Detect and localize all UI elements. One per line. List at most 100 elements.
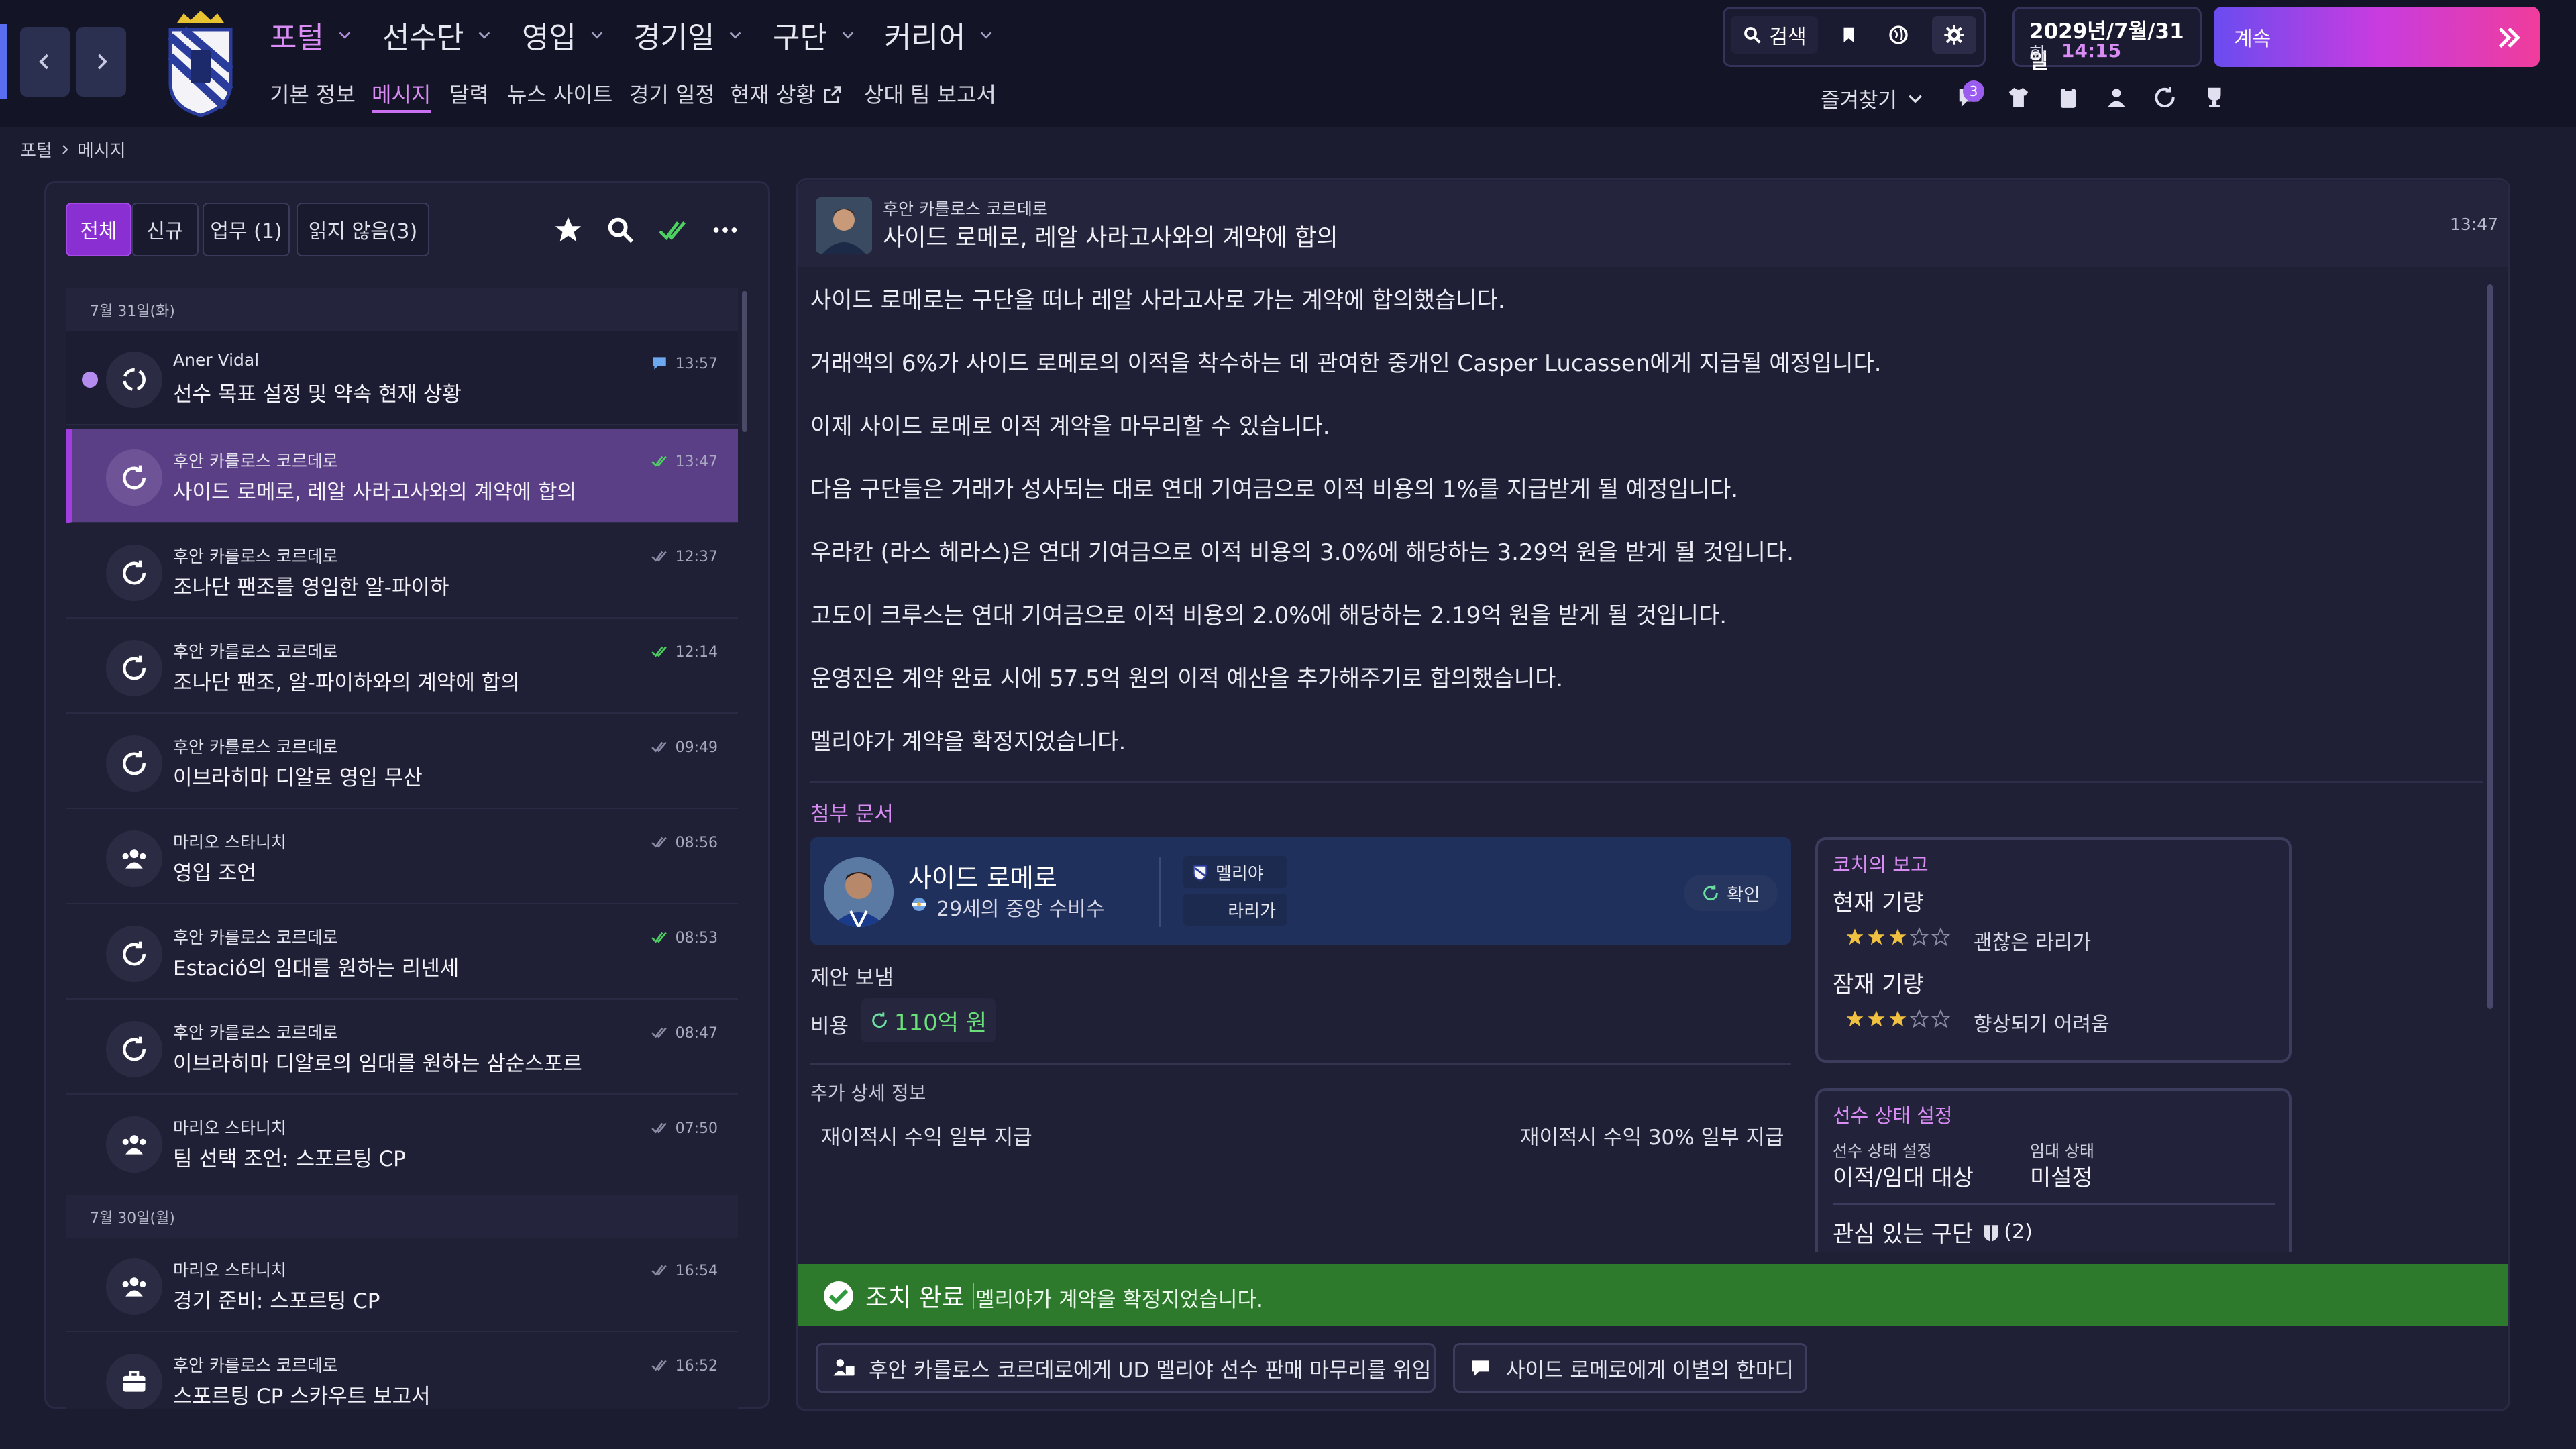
list-item[interactable]: 후안 카를로스 코르데로 Estació의 임대를 원하는 리넨세 08:53 — [66, 906, 738, 1000]
body-paragraph: 우라칸 (라스 헤라스)은 연대 기여금으로 이적 비용의 3.0%에 해당하는… — [810, 539, 1794, 566]
menu-club-label: 구단 — [773, 21, 827, 55]
message-time: 13:47 — [675, 453, 718, 470]
body-paragraph: 이제 사이드 로메로 이적 계약을 마무리할 수 있습니다. — [810, 413, 1330, 440]
date-display[interactable]: 2029년/7월/31일 화 14:15 — [2012, 7, 2202, 74]
list-item[interactable]: 후안 카를로스 코르데로 이브라히마 디알로의 임대를 원하는 삼순스포르 08… — [66, 1001, 738, 1095]
active-submenu-underline — [372, 110, 431, 113]
mark-read-icon[interactable] — [657, 215, 688, 246]
message-subject: 선수 목표 설정 및 약속 현재 상황 — [173, 382, 462, 407]
star-empty-icon — [1931, 1009, 1951, 1028]
message-time: 16:54 — [675, 1263, 718, 1279]
menu-transfers[interactable]: 영입 — [522, 13, 604, 56]
list-item[interactable]: 후안 카를로스 코르데로 조나단 팬조, 알-파이하와의 계약에 합의 12:1… — [66, 620, 738, 714]
menu-portal-label: 포털 — [270, 21, 324, 55]
menu-transfers-label: 영입 — [522, 21, 576, 55]
tab-tasks[interactable]: 업무 (1) — [203, 203, 290, 256]
menu-portal[interactable]: 포털 — [270, 13, 352, 56]
detail-scrollbar[interactable] — [2487, 284, 2493, 1009]
globe-icon — [1889, 25, 1908, 44]
submenu-messages[interactable]: 메시지 — [372, 78, 431, 109]
scout-icon[interactable] — [2104, 85, 2129, 110]
menu-squad[interactable]: 선수단 — [382, 13, 492, 56]
message-list-scrollbar[interactable] — [742, 291, 747, 432]
submenu-status[interactable]: 현재 상황 — [730, 78, 816, 109]
player-name[interactable]: 사이드 로메로 — [908, 857, 1057, 894]
list-item[interactable]: 후안 카를로스 코르데로 조나단 팬조를 영입한 알-파이하 12:37 — [66, 525, 738, 619]
breadcrumb-root[interactable]: 포털 — [20, 137, 52, 162]
settings-button[interactable] — [1932, 16, 1976, 54]
more-icon[interactable] — [710, 215, 741, 246]
chat-bubble-icon — [653, 357, 666, 370]
interested-clubs[interactable]: 관심 있는 구단 (2) — [1833, 1216, 2033, 1248]
tab-all[interactable]: 전체 — [66, 203, 131, 256]
star-filled-icon — [1868, 928, 1885, 945]
list-item[interactable]: 후안 카를로스 코르데로 이브라히마 디알로 영입 무산 09:49 — [66, 715, 738, 809]
shirt-icon[interactable] — [2006, 85, 2031, 110]
goal-icon — [106, 352, 162, 408]
read-check-icon — [651, 551, 667, 562]
message-subject: 스포르팅 CP 스카우트 보고서 — [173, 1385, 431, 1409]
farewell-button[interactable]: 사이드 로메로에게 이별의 한마디 — [1453, 1343, 1807, 1393]
staff-icon — [106, 1116, 162, 1173]
club-from-badge[interactable]: 멜리야 — [1183, 856, 1287, 888]
list-item[interactable]: Aner Vidal 선수 목표 설정 및 약속 현재 상황 13:57 — [66, 331, 738, 425]
menu-club[interactable]: 구단 — [773, 13, 855, 56]
action-complete-bar: 조치 완료 멜리야가 계약을 확정지었습니다. — [798, 1264, 2508, 1326]
search-icon[interactable] — [605, 215, 636, 246]
delegate-sale-button[interactable]: 후안 카를로스 코르데로에게 UD 멜리야 선수 판매 마무리를 위임 — [816, 1343, 1436, 1393]
star-filter-icon[interactable] — [553, 215, 584, 246]
club-crest-icon[interactable] — [164, 9, 237, 117]
submenu-calendar[interactable]: 달력 — [449, 78, 489, 109]
list-item-selected[interactable]: 후안 카를로스 코르데로 사이드 로메로, 레알 사라고사와의 계약에 합의 1… — [66, 429, 738, 523]
world-button[interactable] — [1878, 16, 1919, 54]
coach-report-title: 코치의 보고 — [1833, 853, 1929, 876]
player-attachment-card[interactable]: 사이드 로메로 29세의 중앙 수비수 멜리야 라리가 확인 — [810, 837, 1791, 945]
message-time: 09:49 — [675, 739, 718, 756]
back-button[interactable] — [20, 27, 70, 97]
trophy-icon[interactable] — [2202, 85, 2227, 110]
loan-field-value[interactable]: 미설정 — [2030, 1159, 2093, 1192]
read-check-icon — [651, 837, 667, 848]
transfer-icon — [106, 1021, 162, 1077]
league-badge[interactable]: 라리가 — [1183, 894, 1287, 926]
message-sender: 후안 카를로스 코르데로 — [173, 1023, 338, 1042]
action-complete-text: 멜리야가 계약을 확정지었습니다. — [975, 1288, 1263, 1312]
tab-new[interactable]: 신규 — [131, 203, 199, 256]
confirm-button[interactable]: 확인 — [1684, 875, 1778, 911]
forward-button[interactable] — [76, 27, 126, 97]
status-field-value[interactable]: 이적/임대 대상 — [1833, 1159, 1974, 1192]
menu-matchday[interactable]: 경기일 — [633, 13, 743, 56]
list-item[interactable]: 후안 카를로스 코르데로 스포르팅 CP 스카우트 보고서 16:52 — [66, 1334, 738, 1409]
list-item[interactable]: 마리오 스타니치 영입 조언 08:56 — [66, 810, 738, 904]
submenu-overview[interactable]: 기본 정보 — [270, 78, 356, 109]
transfer-icon — [106, 640, 162, 696]
list-item[interactable]: 마리오 스타니치 경기 준비: 스포르팅 CP 16:54 — [66, 1238, 738, 1332]
tab-unread[interactable]: 읽지 않음(3) — [297, 203, 429, 256]
favorites-dropdown[interactable]: 즐겨찾기 — [1821, 83, 1924, 113]
search-button[interactable]: 검색 — [1731, 16, 1818, 54]
message-sender: 후안 카를로스 코르데로 — [173, 642, 338, 661]
status-field-label: 선수 상태 설정 — [1833, 1142, 1932, 1161]
transfer-icon — [106, 545, 162, 601]
loan-field-label: 임대 상태 — [2030, 1142, 2094, 1161]
star-empty-icon — [1909, 1009, 1929, 1028]
current-ability-stars — [1845, 927, 1952, 947]
clipboard-icon[interactable] — [2055, 85, 2081, 110]
bookmark-button[interactable] — [1829, 16, 1869, 54]
current-ability-label: 현재 기량 — [1833, 890, 1924, 916]
player-photo — [824, 857, 894, 927]
refresh-icon[interactable] — [2152, 85, 2178, 110]
menu-career[interactable]: 커리어 — [884, 13, 994, 56]
gear-icon — [1944, 25, 1964, 45]
delegate-icon — [833, 1359, 855, 1376]
submenu-fixtures[interactable]: 경기 일정 — [629, 78, 715, 109]
list-item[interactable]: 마리오 스타니치 팀 선택 조언: 스포르팅 CP 07:50 — [66, 1096, 738, 1190]
fee-value-chip: 110억 원 — [861, 998, 996, 1042]
submenu-news[interactable]: 뉴스 사이트 — [507, 78, 612, 109]
player-status-card: 선수 상태 설정 선수 상태 설정 이적/임대 대상 임대 상태 미설정 관심 … — [1815, 1088, 2292, 1252]
divider — [1833, 1203, 2275, 1205]
continue-button[interactable]: 계속 — [2214, 7, 2540, 67]
time-text: 14:15 — [2061, 40, 2122, 62]
submenu-opponent-report[interactable]: 상대 팀 보고서 — [864, 78, 996, 109]
message-time: 07:50 — [675, 1120, 718, 1137]
